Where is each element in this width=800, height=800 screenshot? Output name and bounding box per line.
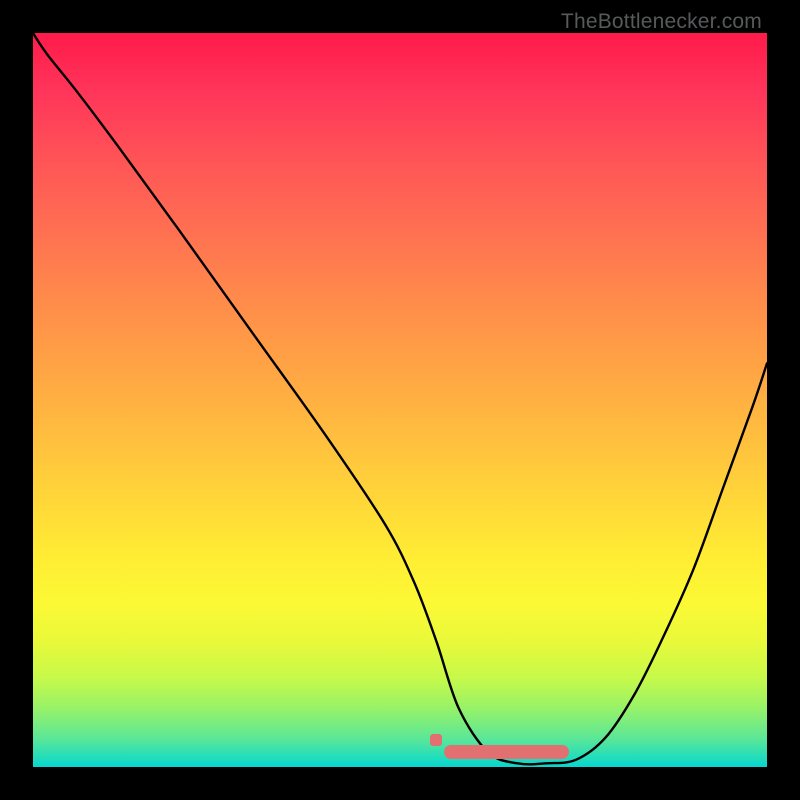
curve-svg bbox=[33, 33, 767, 767]
trough-start-marker bbox=[430, 734, 442, 746]
trough-highlight-bar bbox=[444, 745, 569, 759]
bottleneck-curve bbox=[33, 33, 767, 764]
plot-area bbox=[33, 33, 767, 767]
chart-container: TheBottlenecker.com bbox=[0, 0, 800, 800]
watermark-text: TheBottlenecker.com bbox=[561, 10, 762, 34]
